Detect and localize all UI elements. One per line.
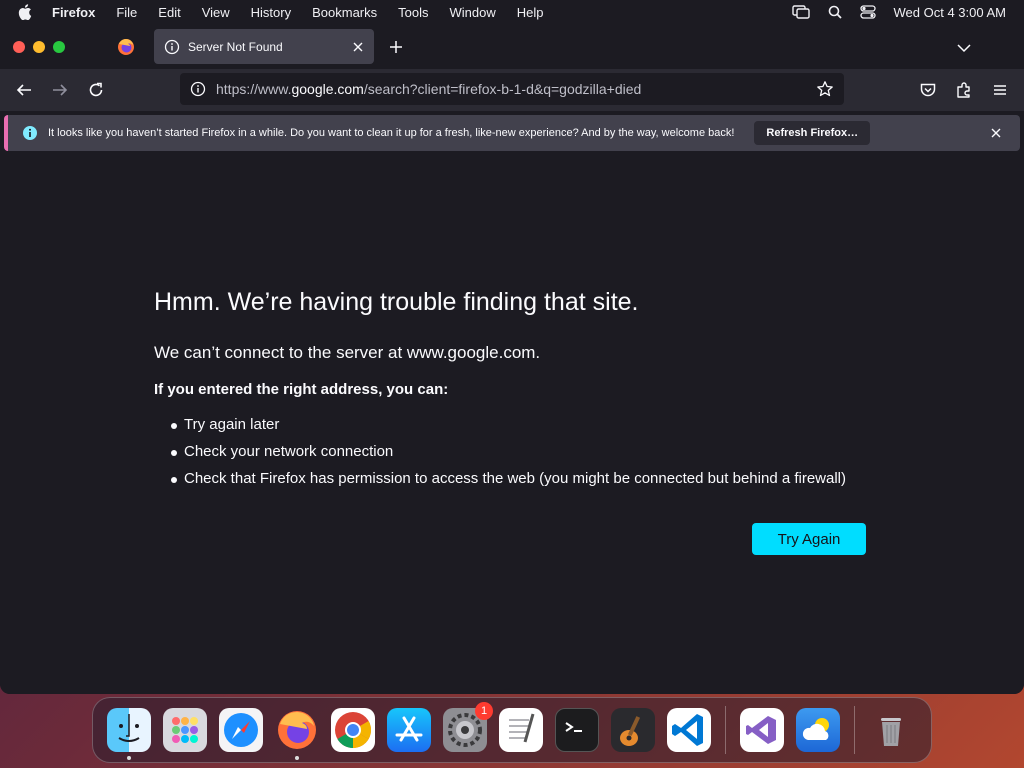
tab-server-not-found[interactable]: Server Not Found: [154, 29, 374, 64]
screen-mirroring-icon[interactable]: [791, 5, 810, 19]
error-subtitle: If you entered the right address, you ca…: [154, 381, 449, 398]
menu-help[interactable]: Help: [517, 5, 544, 20]
menu-window[interactable]: Window: [450, 5, 496, 20]
pocket-icon[interactable]: [919, 81, 937, 99]
finder-icon[interactable]: [107, 708, 151, 760]
running-indicator: [295, 756, 299, 760]
firefox-view-tab-icon[interactable]: [116, 37, 136, 57]
navigation-toolbar: https://www.google.com/search?client=fir…: [0, 69, 1024, 111]
menubar-status-area: Wed Oct 4 3:00 AM: [791, 0, 1006, 24]
back-arrow-icon[interactable]: [15, 81, 33, 99]
menubar-clock[interactable]: Wed Oct 4 3:00 AM: [894, 5, 1006, 20]
list-item: Check that Firefox has permission to acc…: [170, 470, 846, 497]
textedit-icon[interactable]: [499, 708, 543, 752]
menu-history[interactable]: History: [251, 5, 291, 20]
refresh-notification-bar: It looks like you haven’t started Firefo…: [4, 115, 1020, 151]
list-item: Check your network connection: [170, 443, 846, 470]
close-tab-icon[interactable]: [352, 41, 364, 53]
window-controls: [13, 41, 65, 53]
error-description: We can’t connect to the server at www.go…: [154, 343, 541, 362]
system-settings-icon[interactable]: 1: [443, 702, 493, 752]
close-notification-icon[interactable]: [990, 127, 1002, 139]
menu-tools[interactable]: Tools: [398, 5, 428, 20]
spotlight-search-icon[interactable]: [828, 5, 842, 19]
site-info-icon[interactable]: [190, 81, 206, 97]
terminal-icon[interactable]: [555, 708, 599, 752]
safari-icon[interactable]: [219, 708, 263, 752]
address-bar[interactable]: https://www.google.com/search?client=fir…: [180, 73, 844, 105]
apple-menu-icon[interactable]: [18, 4, 38, 20]
menu-bookmarks[interactable]: Bookmarks: [312, 5, 377, 20]
error-page: Hmm. We’re having trouble finding that s…: [0, 160, 1024, 694]
macos-dock: 1: [92, 697, 932, 763]
url-path: /search?client=firefox-b-1-d&q=godzilla+…: [363, 81, 642, 97]
tab-title: Server Not Found: [188, 39, 283, 54]
minimize-window-button[interactable]: [33, 41, 45, 53]
running-indicator: [127, 756, 131, 760]
tab-bar: Server Not Found: [0, 24, 1024, 69]
extensions-puzzle-icon[interactable]: [955, 81, 973, 99]
url-text[interactable]: https://www.google.com/search?client=fir…: [216, 81, 816, 97]
url-host: google.com: [291, 81, 364, 97]
dock-separator: [854, 706, 855, 754]
garageband-icon[interactable]: [611, 708, 655, 752]
bookmark-star-icon[interactable]: [816, 80, 834, 98]
dock-separator: [725, 706, 726, 754]
close-window-button[interactable]: [13, 41, 25, 53]
firefox-window: Server Not Found https://www.google.com/…: [0, 24, 1024, 694]
visual-studio-icon[interactable]: [740, 708, 784, 752]
menu-view[interactable]: View: [202, 5, 230, 20]
launchpad-icon[interactable]: [163, 708, 207, 752]
error-title: Hmm. We’re having trouble finding that s…: [154, 288, 639, 316]
control-center-icon[interactable]: [859, 5, 876, 19]
refresh-firefox-button[interactable]: Refresh Firefox…: [754, 121, 871, 145]
suggestion-list: Try again later Check your network conne…: [170, 416, 846, 497]
hamburger-menu-icon[interactable]: [991, 81, 1009, 99]
firefox-icon[interactable]: [275, 708, 319, 760]
zoom-window-button[interactable]: [53, 41, 65, 53]
app-store-icon[interactable]: [387, 708, 431, 752]
reload-icon[interactable]: [87, 81, 105, 99]
trash-icon[interactable]: [869, 708, 913, 752]
weather-icon[interactable]: [796, 708, 840, 752]
chrome-icon[interactable]: [331, 708, 375, 752]
list-all-tabs-chevron-icon[interactable]: [957, 41, 971, 53]
notification-message: It looks like you haven’t started Firefo…: [48, 127, 735, 139]
menu-file[interactable]: File: [116, 5, 137, 20]
info-circle-icon: [22, 125, 38, 141]
vscode-icon[interactable]: [667, 708, 711, 752]
new-tab-icon[interactable]: [388, 39, 404, 55]
url-prefix: https://www.: [216, 81, 292, 97]
menu-edit[interactable]: Edit: [158, 5, 180, 20]
list-item: Try again later: [170, 416, 846, 443]
forward-arrow-icon[interactable]: [51, 81, 69, 99]
info-icon: [164, 39, 180, 55]
try-again-button[interactable]: Try Again: [752, 523, 866, 555]
notification-badge: 1: [475, 702, 493, 720]
menu-firefox[interactable]: Firefox: [52, 5, 95, 20]
macos-menu-bar: Firefox File Edit View History Bookmarks…: [0, 0, 1024, 24]
